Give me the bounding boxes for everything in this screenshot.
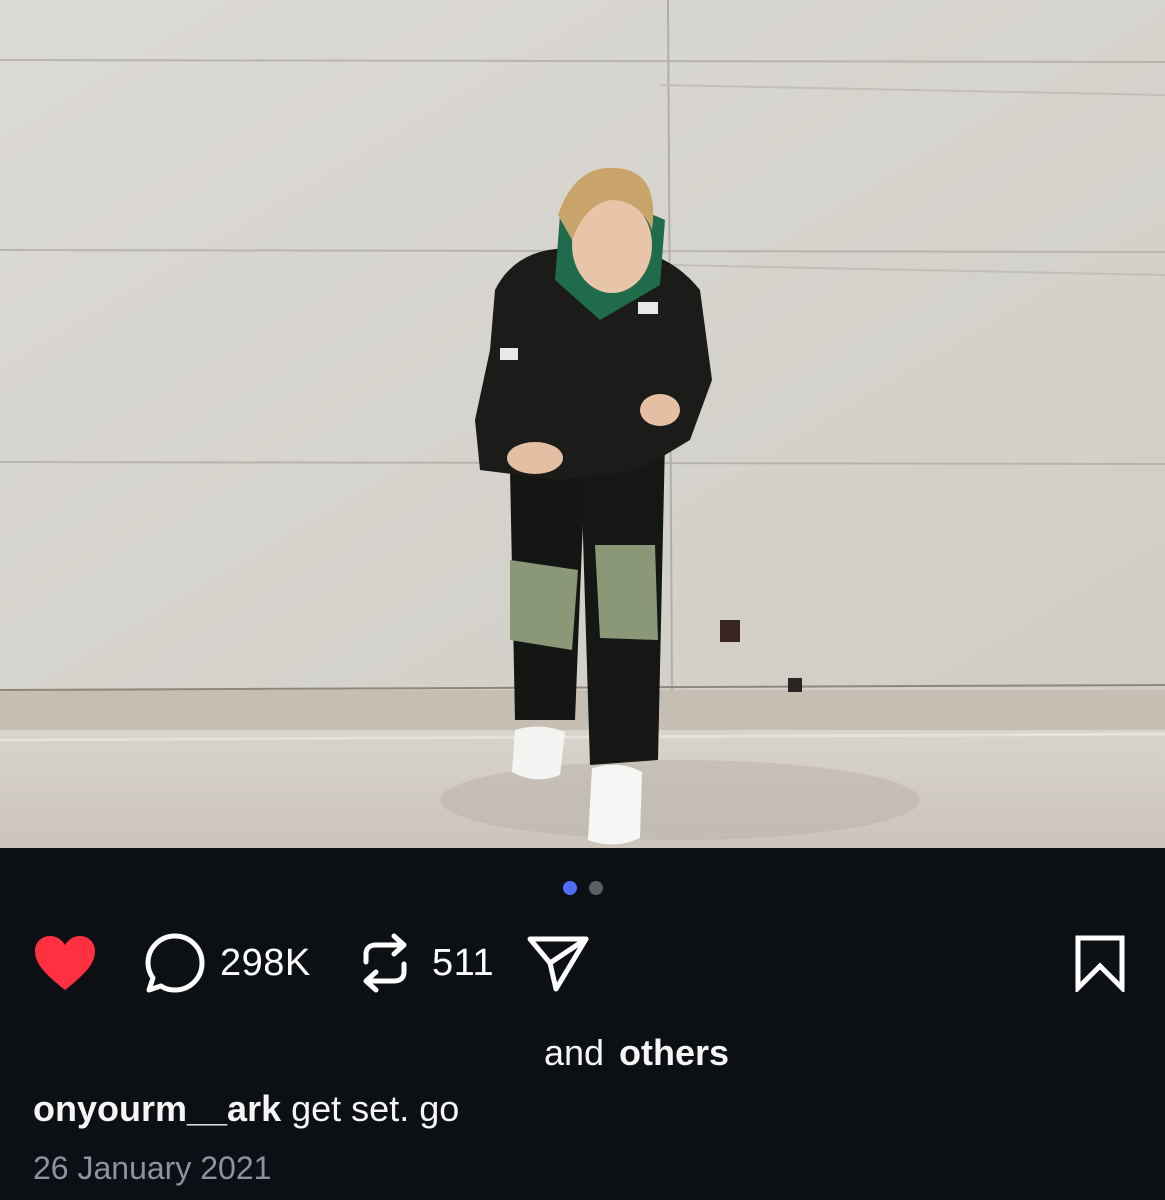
caption-text: get set. go xyxy=(291,1088,460,1129)
repost-count: 511 xyxy=(432,928,494,998)
likes-and-label: and xyxy=(544,1032,605,1073)
carousel-dot xyxy=(588,881,603,895)
likes-others-link[interactable]: others xyxy=(619,1032,729,1074)
like-button[interactable] xyxy=(33,928,97,998)
repost-arrows-icon[interactable] xyxy=(358,932,412,994)
paper-plane-icon[interactable] xyxy=(526,933,590,993)
action-bar: 298K 511 xyxy=(0,928,1165,998)
share-button[interactable] xyxy=(526,928,590,998)
comment-count-label: 298K xyxy=(220,941,311,984)
repost-count-label: 511 xyxy=(432,941,495,984)
carousel-dot-active xyxy=(562,881,577,895)
save-button[interactable] xyxy=(1074,928,1126,998)
post-image[interactable] xyxy=(0,0,1165,848)
bookmark-icon[interactable] xyxy=(1074,934,1126,992)
comment-bubble-icon[interactable] xyxy=(144,932,206,994)
caption-username[interactable]: onyourm__ark xyxy=(33,1088,281,1129)
post-caption: onyourm__ark get set. go xyxy=(33,1088,459,1130)
comment-button[interactable] xyxy=(144,928,206,998)
post-date: 26 January 2021 xyxy=(33,1150,272,1186)
heart-filled-icon[interactable] xyxy=(33,934,97,992)
comment-count: 298K xyxy=(220,928,311,998)
carousel-indicator xyxy=(0,881,1165,895)
liked-by-row: and others xyxy=(0,1032,1165,1078)
repost-button[interactable] xyxy=(358,928,412,998)
